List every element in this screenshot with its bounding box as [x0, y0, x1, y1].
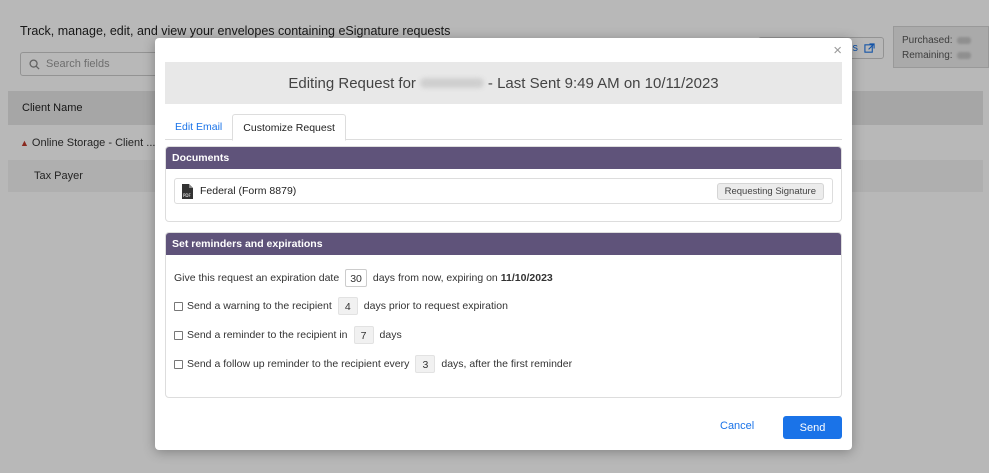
- document-item[interactable]: PDF Federal (Form 8879) Requesting Signa…: [174, 178, 833, 204]
- reminder-suffix: days: [379, 329, 402, 341]
- followup-days-input[interactable]: 3: [415, 355, 436, 373]
- reminders-panel: Set reminders and expirations Give this …: [165, 232, 842, 398]
- tab-customize-request[interactable]: Customize Request: [232, 114, 346, 141]
- modal-title: Editing Request for - Last Sent 9:49 AM …: [165, 62, 842, 104]
- documents-panel: Documents PDF Federal (Form 8879) Reques…: [165, 146, 842, 222]
- pdf-file-icon: PDF: [182, 183, 193, 199]
- reminders-header: Set reminders and expirations: [166, 233, 841, 255]
- svg-text:PDF: PDF: [183, 193, 191, 198]
- warning-checkbox[interactable]: [174, 301, 183, 311]
- document-name: Federal (Form 8879): [200, 185, 297, 197]
- warning-days-input[interactable]: 4: [337, 297, 358, 315]
- expiration-date: 11/10/2023: [500, 272, 553, 284]
- warning-line: Send a warning to the recipient 4 days p…: [174, 297, 508, 315]
- expiration-prefix: Give this request an expiration date: [174, 272, 340, 284]
- close-icon[interactable]: ×: [833, 42, 842, 59]
- expiration-line: Give this request an expiration date 30 …: [174, 269, 553, 287]
- documents-header: Documents: [166, 147, 841, 169]
- warning-prefix: Send a warning to the recipient: [187, 300, 332, 312]
- followup-prefix: Send a follow up reminder to the recipie…: [187, 358, 410, 370]
- expiration-days-input[interactable]: 30: [345, 269, 367, 287]
- followup-line: Send a follow up reminder to the recipie…: [174, 355, 572, 373]
- warning-suffix: days prior to request expiration: [363, 300, 508, 312]
- followup-checkbox[interactable]: [174, 359, 183, 369]
- reminder-checkbox[interactable]: [174, 330, 183, 340]
- edit-request-modal: × Editing Request for - Last Sent 9:49 A…: [155, 38, 852, 450]
- reminder-prefix: Send a reminder to the recipient in: [187, 329, 348, 341]
- send-button[interactable]: Send: [783, 416, 842, 439]
- reminder-days-input[interactable]: 7: [353, 326, 374, 344]
- status-badge: Requesting Signature: [716, 182, 824, 200]
- reminder-line: Send a reminder to the recipient in 7 da…: [174, 326, 402, 344]
- tab-edit-email[interactable]: Edit Email: [165, 114, 232, 140]
- title-suffix: - Last Sent 9:49 AM on 10/11/2023: [487, 74, 719, 92]
- followup-suffix: days, after the first reminder: [441, 358, 573, 370]
- title-prefix: Editing Request for: [288, 74, 416, 92]
- tab-bar: Edit Email Customize Request: [165, 114, 842, 141]
- cancel-button[interactable]: Cancel: [720, 420, 754, 432]
- client-name-redacted: [419, 78, 484, 88]
- expiration-middle: days from now, expiring on: [372, 272, 498, 284]
